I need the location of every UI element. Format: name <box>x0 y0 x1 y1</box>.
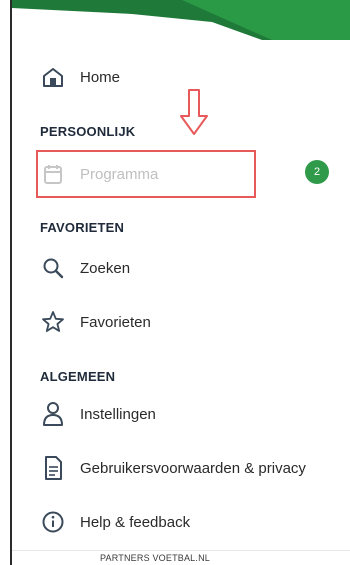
menu-item-voorwaarden-label: Gebruikersvoorwaarden & privacy <box>80 459 306 477</box>
menu-item-instellingen[interactable]: Instellingen <box>40 397 156 431</box>
settings-icon <box>40 401 66 427</box>
info-icon <box>40 509 66 535</box>
menu-item-instellingen-label: Instellingen <box>80 405 156 423</box>
section-label-algemeen: ALGEMEEN <box>40 369 116 384</box>
star-icon <box>40 309 66 335</box>
menu-item-programma[interactable]: Programma <box>40 157 158 191</box>
menu-item-favorieten[interactable]: Favorieten <box>40 305 151 339</box>
header-band <box>12 0 350 40</box>
home-icon <box>40 64 66 90</box>
menu-item-favorieten-label: Favorieten <box>80 313 151 331</box>
menu-item-help-label: Help & feedback <box>80 513 191 531</box>
section-label-favorieten: FAVORIETEN <box>40 220 125 235</box>
programma-count-badge: 2 <box>305 160 329 184</box>
footer-text: PARTNERS VOETBAL.NL <box>100 553 210 563</box>
arrow-down-icon <box>178 88 210 143</box>
menu-item-home-label: Home <box>80 68 121 86</box>
document-icon <box>40 455 66 481</box>
menu-item-programma-label: Programma <box>80 165 159 183</box>
section-label-persoonlijk: PERSOONLIJK <box>40 124 136 139</box>
menu-item-zoeken[interactable]: Zoeken <box>40 251 130 285</box>
menu-item-help[interactable]: Help & feedback <box>40 505 190 539</box>
menu-item-zoeken-label: Zoeken <box>80 259 131 277</box>
menu-item-home[interactable]: Home <box>40 60 120 94</box>
search-icon <box>40 255 66 281</box>
footer-divider <box>12 550 350 551</box>
header-graphic <box>12 0 350 40</box>
calendar-icon <box>40 161 66 187</box>
left-edge-divider <box>0 0 12 565</box>
navigation-drawer: Home PERSOONLIJK Programma 2 FAVORIETEN <box>0 0 350 565</box>
menu-item-voorwaarden[interactable]: Gebruikersvoorwaarden & privacy <box>40 451 306 485</box>
